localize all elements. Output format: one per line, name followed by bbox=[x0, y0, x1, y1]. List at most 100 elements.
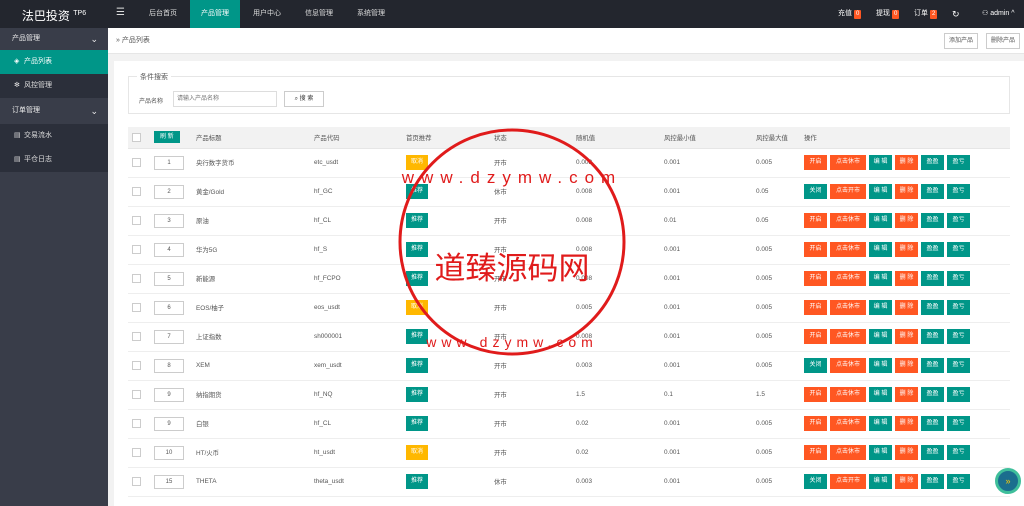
toggle-button[interactable]: 关闭 bbox=[804, 474, 827, 489]
app-logo[interactable]: 法巴投资 TP6 bbox=[0, 0, 108, 28]
sidebar-group-products[interactable]: 产品管理 ⌄ bbox=[0, 28, 108, 50]
nav-users[interactable]: 用户中心 bbox=[242, 0, 292, 28]
loss-button[interactable]: 盈亏 bbox=[947, 242, 970, 257]
sidebar-group-orders[interactable]: 订单管理 ⌄ bbox=[0, 100, 108, 122]
edit-button[interactable]: 编 辑 bbox=[869, 242, 892, 257]
loss-button[interactable]: 盈亏 bbox=[947, 184, 970, 199]
row-select[interactable] bbox=[128, 409, 150, 439]
sort-input[interactable]: 4 bbox=[154, 242, 184, 257]
menu-toggle-icon[interactable]: ☰ bbox=[116, 7, 125, 18]
loss-button[interactable]: 盈亏 bbox=[947, 155, 970, 170]
row-select[interactable] bbox=[128, 235, 150, 265]
delete-button[interactable]: 删 除 bbox=[895, 474, 918, 489]
sidebar-item-risk[interactable]: ✻ 风控管理 bbox=[0, 74, 108, 98]
checkbox[interactable] bbox=[132, 477, 141, 486]
delete-button[interactable]: 删 除 bbox=[895, 184, 918, 199]
profit-button[interactable]: 盈盈 bbox=[921, 358, 944, 373]
row-select[interactable] bbox=[128, 322, 150, 352]
checkbox[interactable] bbox=[132, 390, 141, 399]
toggle-button[interactable]: 开启 bbox=[804, 213, 827, 228]
nav-system[interactable]: 系统管理 bbox=[346, 0, 396, 28]
loss-button[interactable]: 盈亏 bbox=[947, 358, 970, 373]
row-select[interactable] bbox=[128, 351, 150, 381]
delete-button[interactable]: 删 除 bbox=[895, 387, 918, 402]
edit-button[interactable]: 编 辑 bbox=[869, 416, 892, 431]
checkbox[interactable] bbox=[132, 419, 141, 428]
profit-button[interactable]: 盈盈 bbox=[921, 242, 944, 257]
profit-button[interactable]: 盈盈 bbox=[921, 300, 944, 315]
delete-button[interactable]: 删 除 bbox=[895, 213, 918, 228]
recommend-button[interactable]: 推荐 bbox=[406, 184, 429, 199]
row-select[interactable] bbox=[128, 177, 150, 207]
recommend-button[interactable]: 推荐 bbox=[406, 271, 429, 286]
market-button[interactable]: 点击开市 bbox=[830, 474, 866, 489]
profit-button[interactable]: 盈盈 bbox=[921, 271, 944, 286]
sidebar-item-trades[interactable]: ▤ 交易流水 bbox=[0, 124, 108, 148]
edit-button[interactable]: 编 辑 bbox=[869, 271, 892, 286]
recommend-button[interactable]: 推荐 bbox=[406, 329, 429, 344]
edit-button[interactable]: 编 辑 bbox=[869, 300, 892, 315]
checkbox[interactable] bbox=[132, 274, 141, 283]
refresh-icon[interactable]: ↻ bbox=[952, 0, 960, 28]
nav-info[interactable]: 信息管理 bbox=[294, 0, 344, 28]
profit-button[interactable]: 盈盈 bbox=[921, 387, 944, 402]
delete-button[interactable]: 删 除 bbox=[895, 242, 918, 257]
market-button[interactable]: 点击休市 bbox=[830, 329, 866, 344]
recommend-button[interactable]: 推荐 bbox=[406, 213, 429, 228]
checkbox[interactable] bbox=[132, 361, 141, 370]
checkbox[interactable] bbox=[132, 216, 141, 225]
market-button[interactable]: 点击休市 bbox=[830, 300, 866, 315]
toggle-button[interactable]: 开启 bbox=[804, 242, 827, 257]
checkbox[interactable] bbox=[132, 245, 141, 254]
sort-input[interactable]: 10 bbox=[154, 445, 184, 460]
sort-input[interactable]: 15 bbox=[154, 474, 184, 489]
row-select[interactable] bbox=[128, 438, 150, 468]
row-select[interactable] bbox=[128, 467, 150, 497]
sort-input[interactable]: 7 bbox=[154, 329, 184, 344]
delete-button[interactable]: 删 除 bbox=[895, 416, 918, 431]
loss-button[interactable]: 盈亏 bbox=[947, 445, 970, 460]
recommend-button[interactable]: 推荐 bbox=[406, 242, 429, 257]
recharge-link[interactable]: 充值 0 bbox=[838, 0, 862, 28]
delete-button[interactable]: 删 除 bbox=[895, 300, 918, 315]
loss-button[interactable]: 盈亏 bbox=[947, 329, 970, 344]
delete-button[interactable]: 删 除 bbox=[895, 358, 918, 373]
profit-button[interactable]: 盈盈 bbox=[921, 329, 944, 344]
loss-button[interactable]: 盈亏 bbox=[947, 271, 970, 286]
loss-button[interactable]: 盈亏 bbox=[947, 474, 970, 489]
recommend-button[interactable]: 取消 bbox=[406, 155, 429, 170]
checkbox[interactable] bbox=[132, 158, 141, 167]
add-product-button[interactable]: 添加产品 bbox=[944, 33, 979, 49]
nav-home[interactable]: 后台首页 bbox=[136, 0, 190, 28]
profit-button[interactable]: 盈盈 bbox=[921, 213, 944, 228]
row-select[interactable] bbox=[128, 206, 150, 236]
checkbox[interactable] bbox=[132, 332, 141, 341]
market-button[interactable]: 点击休市 bbox=[830, 155, 866, 170]
edit-button[interactable]: 编 辑 bbox=[869, 155, 892, 170]
delete-button[interactable]: 删 除 bbox=[895, 271, 918, 286]
row-select[interactable] bbox=[128, 380, 150, 410]
toggle-button[interactable]: 开启 bbox=[804, 445, 827, 460]
recommend-button[interactable]: 推荐 bbox=[406, 358, 429, 373]
withdraw-link[interactable]: 提现 0 bbox=[876, 0, 900, 28]
user-menu[interactable]: ⚇ admin ^ bbox=[982, 0, 1015, 28]
market-button[interactable]: 点击休市 bbox=[830, 213, 866, 228]
edit-button[interactable]: 编 辑 bbox=[869, 445, 892, 460]
toggle-button[interactable]: 开启 bbox=[804, 155, 827, 170]
market-button[interactable]: 点击休市 bbox=[830, 416, 866, 431]
checkbox[interactable] bbox=[132, 303, 141, 312]
search-button[interactable]: ⌕ 搜 索 bbox=[284, 91, 324, 107]
search-input[interactable] bbox=[173, 91, 277, 107]
nav-products[interactable]: 产品管理 bbox=[190, 0, 240, 28]
sort-input[interactable]: 9 bbox=[154, 416, 184, 431]
edit-button[interactable]: 编 辑 bbox=[869, 329, 892, 344]
sort-input[interactable]: 3 bbox=[154, 213, 184, 228]
toggle-button[interactable]: 开启 bbox=[804, 271, 827, 286]
sidebar-item-close-log[interactable]: ▤ 平仓日志 bbox=[0, 148, 108, 172]
sort-input[interactable]: 5 bbox=[154, 271, 184, 286]
sidebar-item-product-list[interactable]: ◈ 产品列表 bbox=[0, 50, 108, 74]
row-select[interactable] bbox=[128, 148, 150, 178]
sort-input[interactable]: 9 bbox=[154, 387, 184, 402]
market-button[interactable]: 点击休市 bbox=[830, 271, 866, 286]
sort-input[interactable]: 2 bbox=[154, 184, 184, 199]
